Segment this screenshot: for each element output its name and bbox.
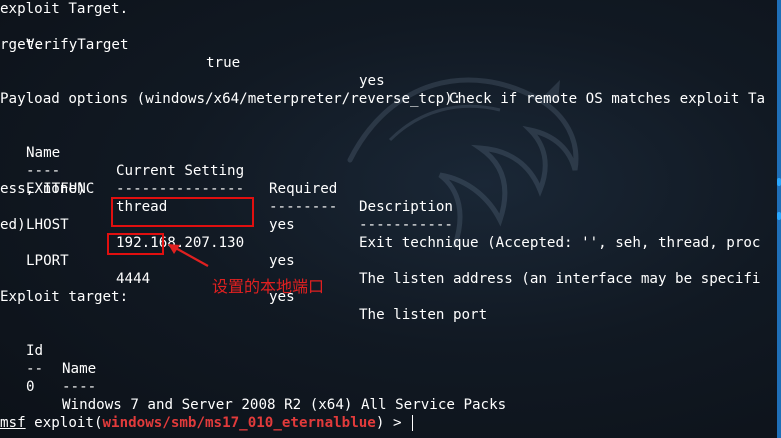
payload-options-heading: Payload options (windows/x64/meterpreter… (0, 91, 462, 107)
lport-value: 4444 (116, 271, 151, 287)
target-table-header: Id Name (0, 324, 781, 377)
target-name: Windows 7 and Server 2008 R2 (x64) All S… (62, 397, 507, 413)
table-row: 0 Windows 7 and Server 2008 R2 (x64) All… (0, 360, 781, 413)
option-setting: true (206, 55, 241, 71)
prompt-msf: msf (0, 415, 26, 431)
annotation-arrow-icon (168, 244, 209, 267)
option-required: yes (269, 217, 295, 233)
option-required: yes (359, 73, 385, 89)
output-line: exploit Target. (0, 1, 129, 17)
option-required: yes (269, 253, 295, 269)
option-name: LPORT (26, 253, 69, 269)
terminal-window[interactable]: exploit Target. VerifyTarget true yes Ch… (0, 0, 781, 438)
target-id: 0 (26, 379, 35, 395)
output-line: ed) (0, 217, 26, 233)
payload-table-header: Name Current Setting Required Descriptio… (0, 126, 781, 215)
prompt-command: exploit( (34, 415, 103, 431)
verify-target-row: VerifyTarget true yes Check if remote OS… (0, 18, 781, 107)
output-line: rget. (0, 37, 43, 53)
column-header-required: Required (269, 181, 338, 197)
scroll-marker (777, 212, 781, 220)
underline: ---- (62, 379, 97, 395)
underline: ----------- (359, 217, 453, 233)
payload-table-underline: ---- --------------- -------- ----------… (0, 144, 781, 233)
underline: --------------- (116, 181, 245, 197)
option-name: LHOST (26, 217, 69, 233)
option-description: The listen port (359, 307, 488, 323)
exploit-target-heading: Exploit target: (0, 289, 129, 305)
output-line: ess, none) (0, 181, 86, 197)
option-description: Check if remote OS matches exploit Ta (449, 91, 766, 107)
scroll-marker (777, 178, 781, 186)
text-cursor (412, 415, 414, 431)
prompt-module: windows/smb/ms17_010_eternalblue (102, 415, 376, 431)
lhost-highlight-box (111, 197, 254, 227)
command-prompt[interactable]: msf exploit(windows/smb/ms17_010_eternal… (0, 414, 414, 432)
lport-highlight-box (107, 233, 164, 255)
annotation-label: 设置的本地端口 (212, 277, 325, 296)
option-description: The listen address (an interface may be … (359, 271, 761, 287)
prompt-suffix: ) > (375, 415, 411, 431)
target-table-underline: -- ---- (0, 342, 781, 395)
table-row: EXITFUNC thread yes Exit technique (Acce… (0, 162, 781, 251)
